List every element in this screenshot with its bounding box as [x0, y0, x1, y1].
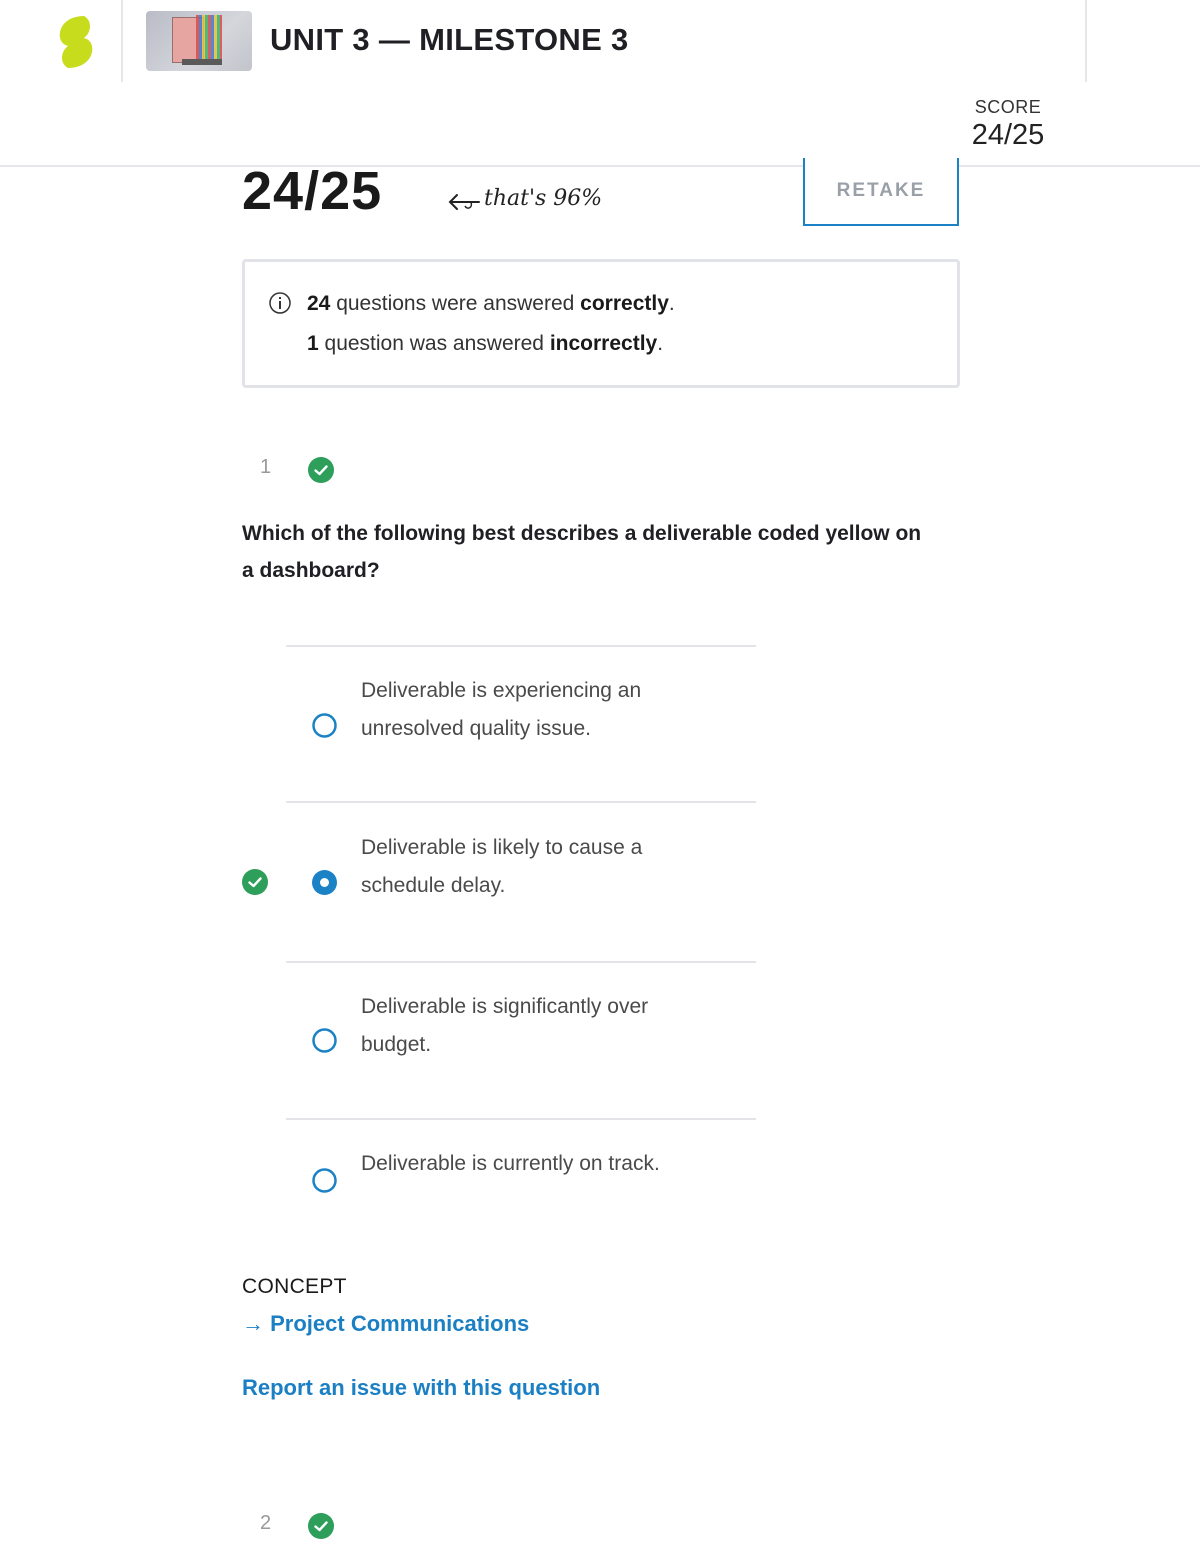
answer-option[interactable]: Deliverable is currently on track.	[361, 1145, 721, 1183]
answer-option[interactable]: Deliverable is experiencing an unresolve…	[361, 672, 721, 748]
logo-icon[interactable]	[54, 14, 98, 70]
check-circle-icon	[308, 457, 334, 483]
option-divider	[286, 961, 756, 963]
option-divider	[286, 645, 756, 647]
results-summary: 24 questions were answered correctly. 1 …	[242, 259, 960, 388]
check-circle-icon	[308, 1513, 334, 1539]
unit-title: UNIT 3 — MILESTONE 3	[270, 22, 629, 57]
question-text: Which of the following best describes a …	[242, 522, 922, 582]
report-issue-link[interactable]: Report an issue with this question	[242, 1375, 600, 1401]
unit-thumbnail	[146, 11, 252, 71]
radio-selected-icon[interactable]	[312, 870, 337, 895]
percentage-note: that's 96%	[484, 186, 603, 211]
score-label: SCORE	[974, 97, 1042, 117]
option-divider	[286, 1118, 756, 1120]
radio-icon[interactable]	[312, 1168, 337, 1193]
header-divider	[121, 0, 123, 82]
header-divider	[1085, 0, 1087, 82]
concept-link[interactable]: → Project Communications	[242, 1311, 529, 1337]
option-divider	[286, 801, 756, 803]
arrow-right-icon: →	[242, 1311, 264, 1336]
answer-option[interactable]: Deliverable is significantly over budget…	[361, 988, 721, 1064]
big-score: 24/25	[242, 161, 383, 221]
radio-icon[interactable]	[312, 1028, 337, 1053]
correct-summary: 24 questions were answered correctly.	[307, 292, 675, 315]
question-number: 1	[260, 456, 272, 478]
concept-link-text: Project Communications	[270, 1311, 530, 1336]
check-circle-icon	[242, 869, 268, 895]
concept-label: CONCEPT	[242, 1275, 347, 1298]
incorrect-summary: 1 question was answered incorrectly.	[307, 332, 664, 355]
info-icon	[269, 292, 291, 314]
question-number: 2	[260, 1512, 272, 1534]
arrow-left-icon	[448, 194, 480, 210]
radio-icon[interactable]	[312, 713, 337, 738]
score-value: 24/25	[971, 119, 1045, 151]
retake-button[interactable]: RETAKE	[803, 158, 959, 226]
top-header: UNIT 3 — MILESTONE 3 SCORE 24/25	[0, 0, 1200, 167]
answer-option-selected[interactable]: Deliverable is likely to cause a schedul…	[361, 829, 721, 905]
